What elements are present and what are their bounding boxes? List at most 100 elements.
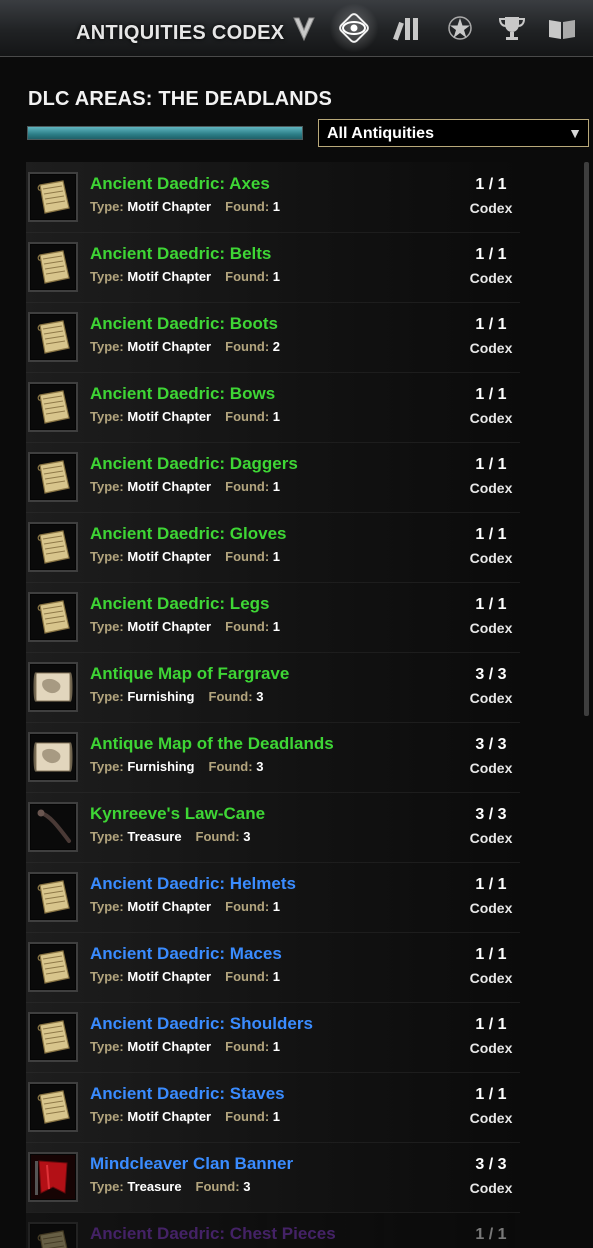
item-meta: Type: Motif Chapter Found: 1 bbox=[90, 549, 280, 564]
list-item[interactable]: Ancient Daedric: Shoulders Type: Motif Ch… bbox=[26, 1002, 520, 1073]
scroll-icon bbox=[28, 592, 78, 642]
found-key: Found: bbox=[225, 199, 270, 214]
list-item[interactable]: Mindcleaver Clan Banner Type: Treasure Fou… bbox=[26, 1142, 520, 1213]
scroll-icon bbox=[28, 942, 78, 992]
list-item[interactable]: Ancient Daedric: Daggers Type: Motif Chap… bbox=[26, 442, 520, 513]
item-type: Motif Chapter bbox=[127, 549, 212, 564]
item-found: 3 bbox=[256, 689, 264, 704]
book-icon[interactable] bbox=[544, 10, 580, 46]
found-key: Found: bbox=[225, 269, 270, 284]
item-found: 1 bbox=[272, 199, 281, 214]
type-key: Type: bbox=[90, 339, 124, 354]
item-name: Ancient Daedric: Bows bbox=[90, 384, 276, 403]
item-found: 3 bbox=[243, 1179, 251, 1194]
codex-label: Codex bbox=[469, 550, 513, 566]
found-key: Found: bbox=[225, 899, 270, 914]
found-key: Found: bbox=[225, 969, 270, 984]
scroll-icon bbox=[28, 452, 78, 502]
scroll-icon bbox=[28, 1012, 78, 1062]
item-found: 1 bbox=[272, 479, 281, 494]
scroll-icon bbox=[28, 382, 78, 432]
scrollbar[interactable] bbox=[584, 162, 589, 716]
codex-label: Codex bbox=[469, 270, 513, 286]
item-type: Motif Chapter bbox=[127, 409, 212, 424]
leads-icon[interactable] bbox=[390, 10, 426, 46]
list-item[interactable]: Antique Map of the Deadlands Type: Furnis… bbox=[26, 722, 520, 793]
list-item[interactable]: Ancient Daedric: Gloves Type: Motif Chapt… bbox=[26, 512, 520, 583]
list-item[interactable]: Ancient Daedric: Axes Type: Motif Chapter… bbox=[26, 162, 520, 233]
scroll-icon bbox=[28, 872, 78, 922]
codex-label: Codex bbox=[469, 200, 513, 216]
item-name: Kynreeve's Law-Cane bbox=[90, 804, 266, 823]
item-count: 3 / 3 bbox=[475, 666, 507, 683]
list-item[interactable]: Ancient Daedric: Boots Type: Motif Chapte… bbox=[26, 302, 520, 373]
type-key: Type: bbox=[90, 619, 124, 634]
found-key: Found: bbox=[195, 829, 240, 844]
type-key: Type: bbox=[90, 969, 124, 984]
item-name: Ancient Daedric: Axes bbox=[90, 174, 270, 193]
found-key: Found: bbox=[208, 689, 253, 704]
type-key: Type: bbox=[90, 1179, 124, 1194]
star-crest-icon[interactable] bbox=[442, 10, 478, 46]
item-type: Motif Chapter bbox=[127, 339, 212, 354]
scrying-eye-icon[interactable] bbox=[330, 4, 378, 52]
item-count: 1 / 1 bbox=[475, 876, 507, 893]
item-count: 1 / 1 bbox=[475, 176, 507, 193]
type-key: Type: bbox=[90, 899, 124, 914]
type-key: Type: bbox=[90, 829, 124, 844]
codex-label: Codex bbox=[469, 410, 513, 426]
found-key: Found: bbox=[225, 339, 270, 354]
item-count: 3 / 3 bbox=[475, 1156, 507, 1173]
codex-label: Codex bbox=[469, 1110, 513, 1126]
codex-label: Codex bbox=[469, 970, 513, 986]
item-meta: Type: Motif Chapter Found: 1 bbox=[90, 269, 280, 284]
list-item[interactable]: Ancient Daedric: Chest Pieces 1 / 1 bbox=[26, 1212, 520, 1248]
list-item[interactable]: Ancient Daedric: Legs Type: Motif Chapter… bbox=[26, 582, 520, 653]
found-key: Found: bbox=[225, 619, 270, 634]
found-key: Found: bbox=[195, 1179, 240, 1194]
item-name: Ancient Daedric: Legs bbox=[90, 594, 270, 613]
type-key: Type: bbox=[90, 199, 124, 214]
item-count: 1 / 1 bbox=[475, 946, 507, 963]
item-count: 1 / 1 bbox=[475, 386, 507, 403]
item-name: Ancient Daedric: Gloves bbox=[90, 524, 287, 543]
found-key: Found: bbox=[208, 759, 253, 774]
progress-fill bbox=[28, 127, 302, 139]
item-count: 1 / 1 bbox=[475, 456, 507, 473]
item-found: 1 bbox=[272, 409, 281, 424]
item-meta: Type: Motif Chapter Found: 1 bbox=[90, 1109, 280, 1124]
list-item[interactable]: Ancient Daedric: Belts Type: Motif Chapte… bbox=[26, 232, 520, 303]
item-meta: Type: Motif Chapter Found: 1 bbox=[90, 1039, 280, 1054]
scroll-icon bbox=[28, 1222, 78, 1248]
found-key: Found: bbox=[225, 1039, 270, 1054]
antiquity-list[interactable]: Ancient Daedric: Axes Type: Motif Chapter… bbox=[0, 162, 593, 1248]
item-count: 1 / 1 bbox=[475, 316, 507, 333]
map-icon bbox=[28, 732, 78, 782]
item-name: Ancient Daedric: Chest Pieces bbox=[90, 1224, 336, 1243]
skyrim-v-icon[interactable] bbox=[286, 10, 322, 46]
item-meta: Type: Treasure Found: 3 bbox=[90, 829, 250, 844]
type-key: Type: bbox=[90, 409, 124, 424]
list-item[interactable]: Kynreeve's Law-Cane Type: Treasure Found: … bbox=[26, 792, 520, 863]
list-item[interactable]: Ancient Daedric: Bows Type: Motif Chapter… bbox=[26, 372, 520, 443]
item-count: 1 / 1 bbox=[475, 596, 507, 613]
cane-icon bbox=[28, 802, 78, 852]
item-name: Ancient Daedric: Belts bbox=[90, 244, 272, 263]
item-type: Motif Chapter bbox=[127, 969, 212, 984]
list-item[interactable]: Antique Map of Fargrave Type: Furnishing F… bbox=[26, 652, 520, 723]
scroll-icon bbox=[28, 522, 78, 572]
codex-label: Codex bbox=[469, 620, 513, 636]
item-type: Motif Chapter bbox=[127, 619, 212, 634]
scroll-icon bbox=[28, 242, 78, 292]
found-key: Found: bbox=[225, 479, 270, 494]
list-item[interactable]: Ancient Daedric: Maces Type: Motif Chapte… bbox=[26, 932, 520, 1003]
codex-label: Codex bbox=[469, 1180, 513, 1196]
trophy-icon[interactable] bbox=[494, 10, 530, 46]
list-item[interactable]: Ancient Daedric: Helmets Type: Motif Chap… bbox=[26, 862, 520, 933]
antiquity-filter-dropdown[interactable]: All Antiquities ▼ bbox=[318, 119, 589, 147]
codex-label: Codex bbox=[469, 480, 513, 496]
item-meta: Type: Furnishing Found: 3 bbox=[90, 759, 263, 774]
item-name: Ancient Daedric: Boots bbox=[90, 314, 278, 333]
list-item[interactable]: Ancient Daedric: Staves Type: Motif Chapt… bbox=[26, 1072, 520, 1143]
codex-label: Codex bbox=[469, 760, 513, 776]
